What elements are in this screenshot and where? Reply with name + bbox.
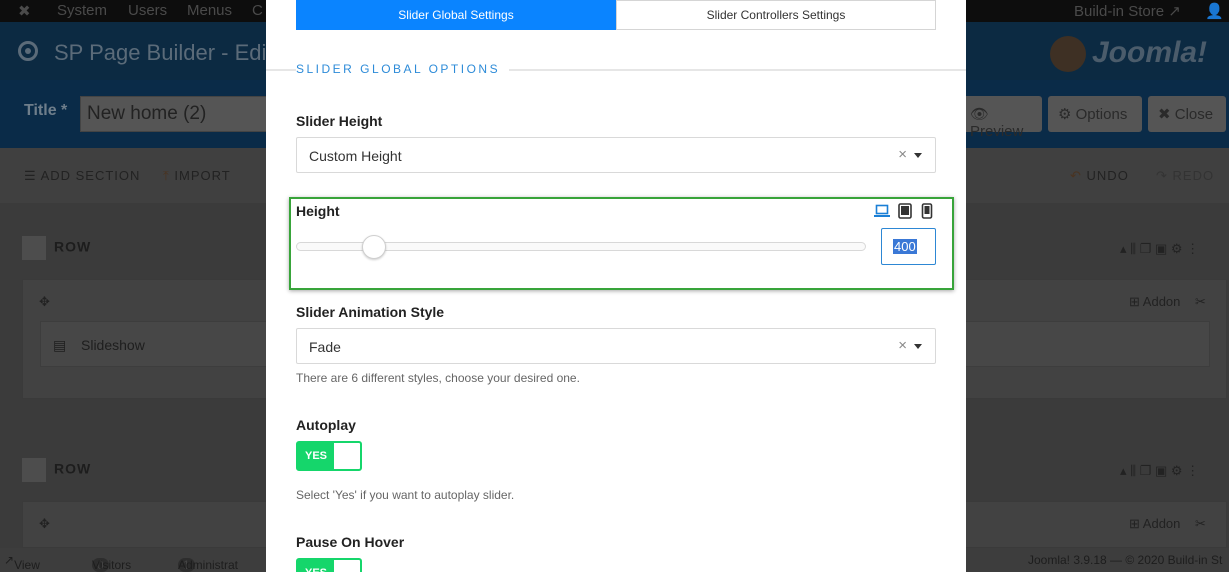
tablet-icon[interactable] bbox=[898, 203, 912, 219]
laptop-icon[interactable] bbox=[874, 203, 890, 219]
add-addon-button[interactable]: ⊞ Addon bbox=[1129, 516, 1180, 532]
autoplay-toggle[interactable]: YES bbox=[296, 441, 362, 471]
autoplay-label: Autoplay bbox=[296, 417, 356, 433]
column-move-icon[interactable]: ✥ bbox=[39, 294, 50, 310]
toggle-knob bbox=[335, 444, 359, 468]
slider-height-select[interactable]: Custom Height × bbox=[296, 137, 936, 173]
slider-height-label: Slider Height bbox=[296, 113, 383, 129]
preview-button[interactable]: 👁 Preview bbox=[960, 96, 1042, 140]
joomla-menu-icon[interactable]: ✖ bbox=[18, 2, 31, 20]
clear-icon[interactable]: × bbox=[898, 337, 907, 354]
title-input[interactable]: New home (2) bbox=[80, 96, 280, 132]
mobile-icon[interactable] bbox=[921, 203, 933, 219]
add-section-button[interactable]: ☰ ADD SECTION bbox=[24, 168, 140, 184]
column-settings-icon[interactable]: ✂ bbox=[1195, 294, 1206, 310]
column-settings-icon[interactable]: ✂ bbox=[1195, 516, 1206, 532]
height-input[interactable]: 400 bbox=[881, 228, 936, 265]
autoplay-help: Select 'Yes' if you want to autoplay sli… bbox=[296, 488, 515, 502]
import-button[interactable]: ⤒ IMPORT bbox=[163, 168, 231, 184]
height-slider-handle[interactable] bbox=[361, 235, 386, 259]
pause-on-hover-toggle[interactable]: YES bbox=[296, 558, 362, 572]
tab-slider-global-settings[interactable]: Slider Global Settings bbox=[296, 0, 616, 30]
nav-content[interactable]: C bbox=[252, 2, 263, 19]
nav-users[interactable]: Users bbox=[128, 2, 167, 19]
row-actions-icons[interactable]: ▴ ⫼ ❐ ▣ ⚙ ⋮ bbox=[1120, 241, 1199, 257]
version-text: Joomla! 3.9.18 — © 2020 Build-in St bbox=[1028, 553, 1223, 567]
row-actions-icons[interactable]: ▴ ⫼ ❐ ▣ ⚙ ⋮ bbox=[1120, 463, 1199, 479]
build-in-store-link[interactable]: Build-in Store ↗ bbox=[1074, 2, 1181, 20]
add-addon-button[interactable]: ⊞ Addon bbox=[1129, 294, 1180, 310]
close-button[interactable]: ✖ Close bbox=[1148, 96, 1226, 132]
row-move-icon[interactable] bbox=[22, 458, 46, 482]
height-label: Height bbox=[296, 203, 340, 219]
title-label: Title * bbox=[24, 102, 68, 119]
addon-settings-modal: Slider Global Settings Slider Controller… bbox=[266, 0, 966, 572]
page-builder-icon bbox=[18, 41, 38, 61]
chevron-down-icon[interactable] bbox=[914, 344, 922, 349]
redo-button[interactable]: ↷ REDO bbox=[1156, 168, 1214, 184]
row-heading: ROW bbox=[22, 458, 91, 482]
nav-system[interactable]: System bbox=[57, 2, 107, 19]
animation-style-label: Slider Animation Style bbox=[296, 304, 445, 320]
joomla-logo-text: Joomla! bbox=[1092, 36, 1208, 69]
user-icon[interactable]: 👤 bbox=[1205, 2, 1224, 20]
view-site-link[interactable]: ↗ View Site bbox=[4, 553, 40, 572]
toggle-on-label: YES bbox=[298, 560, 334, 572]
animation-style-select[interactable]: Fade × bbox=[296, 328, 936, 364]
options-button[interactable]: ⚙ Options bbox=[1048, 96, 1142, 132]
section-title: SLIDER GLOBAL OPTIONS bbox=[296, 62, 510, 76]
row-move-icon[interactable] bbox=[22, 236, 46, 260]
slider-height-value: Custom Height bbox=[309, 148, 402, 164]
row-heading: ROW bbox=[22, 236, 91, 260]
chevron-down-icon[interactable] bbox=[914, 153, 922, 158]
column-move-icon[interactable]: ✥ bbox=[39, 516, 50, 532]
toggle-knob bbox=[335, 561, 359, 572]
joomla-logo-icon bbox=[1050, 36, 1086, 72]
addon-name: Slideshow bbox=[81, 337, 145, 353]
toggle-on-label: YES bbox=[298, 443, 334, 469]
undo-button[interactable]: ↶ UNDO bbox=[1070, 168, 1129, 184]
pause-on-hover-label: Pause On Hover bbox=[296, 534, 405, 550]
height-input-value: 400 bbox=[893, 239, 917, 254]
nav-menus[interactable]: Menus bbox=[187, 2, 232, 19]
animation-style-value: Fade bbox=[309, 339, 341, 355]
page-title: SP Page Builder - Edit P bbox=[54, 40, 294, 65]
settings-tabs: Slider Global Settings Slider Controller… bbox=[296, 0, 936, 30]
clear-icon[interactable]: × bbox=[898, 146, 907, 163]
slideshow-icon: ▤ bbox=[53, 337, 67, 353]
animation-style-help: There are 6 different styles, choose you… bbox=[296, 371, 580, 385]
tab-slider-controllers-settings[interactable]: Slider Controllers Settings bbox=[616, 0, 936, 30]
